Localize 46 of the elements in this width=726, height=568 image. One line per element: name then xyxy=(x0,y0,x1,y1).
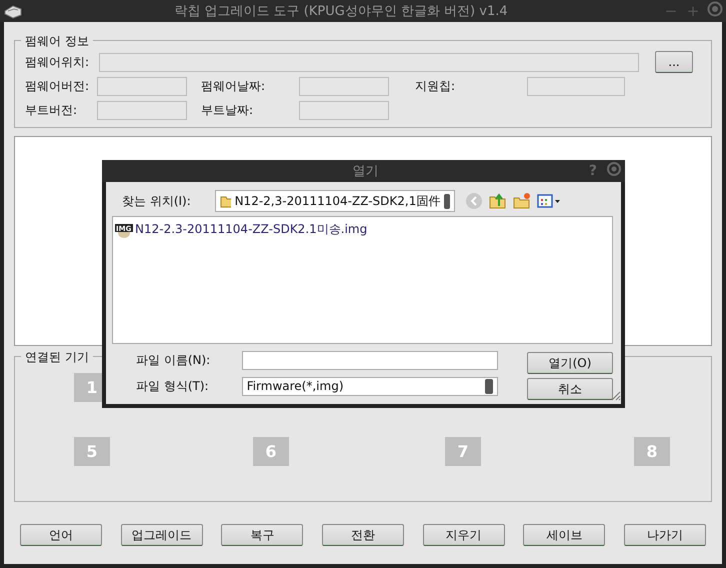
group-title: 펌웨어 정보 xyxy=(21,33,93,50)
file-name-field[interactable] xyxy=(242,350,498,370)
input-field[interactable] xyxy=(527,76,625,96)
device-slot: 8 xyxy=(634,437,670,466)
resize-grip-icon[interactable] xyxy=(609,389,621,401)
input-field[interactable] xyxy=(299,76,389,96)
input-field[interactable] xyxy=(99,52,639,72)
field-label: 부트날짜: xyxy=(201,102,254,118)
back-icon[interactable] xyxy=(464,192,483,210)
close-icon[interactable] xyxy=(707,1,723,17)
input-field[interactable] xyxy=(97,100,187,120)
input-field[interactable] xyxy=(299,100,389,120)
up-folder-icon[interactable] xyxy=(488,192,507,210)
device-slot: 7 xyxy=(445,437,481,466)
upgrade-button[interactable]: 업그레이드 xyxy=(120,524,203,546)
field-label: 찾는 위치(I): xyxy=(121,192,191,210)
field-label: 펌웨어버전: xyxy=(25,78,90,94)
field-label: 부트버전: xyxy=(25,102,78,118)
field-label: 파일 형식(T): xyxy=(135,378,210,394)
erase-button[interactable]: 지우기 xyxy=(422,524,505,546)
switch-button[interactable]: 전환 xyxy=(322,524,404,546)
save-button[interactable]: 세이브 xyxy=(523,524,606,546)
location-dropdown[interactable]: N12-2,3-20111104-ZZ-SDK2,1固件 xyxy=(214,190,455,212)
folder-icon xyxy=(220,194,231,208)
field-label: 펌웨어위치: xyxy=(25,54,90,70)
field-label: 파일 이름(N): xyxy=(135,352,212,368)
device-slot: 6 xyxy=(253,437,289,466)
exit-button[interactable]: 나가기 xyxy=(624,524,706,546)
dialog-title: 열기 xyxy=(351,163,380,180)
field-label: 지원칩: xyxy=(414,78,456,94)
field-label: 펌웨어날짜: xyxy=(201,78,266,94)
view-menu-icon[interactable] xyxy=(536,193,561,209)
window-title: 락칩 업그레이드 도구 (KPUG성야무인 한글화 버전) v1.4 xyxy=(173,3,509,20)
input-field[interactable] xyxy=(97,76,187,96)
cancel-button[interactable]: 취소 xyxy=(527,378,613,400)
browse-button[interactable]: ... xyxy=(655,51,693,73)
group-title: 연결된 기기 xyxy=(21,349,93,366)
file-type-dropdown[interactable]: Firmware(*,img) xyxy=(242,376,498,396)
device-slot: 5 xyxy=(74,437,110,466)
close-icon[interactable] xyxy=(606,161,622,177)
image-file-icon xyxy=(115,222,133,238)
restore-button[interactable]: 복구 xyxy=(221,524,304,546)
open-button[interactable]: 열기(O) xyxy=(527,352,613,374)
app-icon xyxy=(4,3,22,19)
language-button[interactable]: 언어 xyxy=(20,524,102,546)
new-folder-icon[interactable] xyxy=(512,192,531,210)
